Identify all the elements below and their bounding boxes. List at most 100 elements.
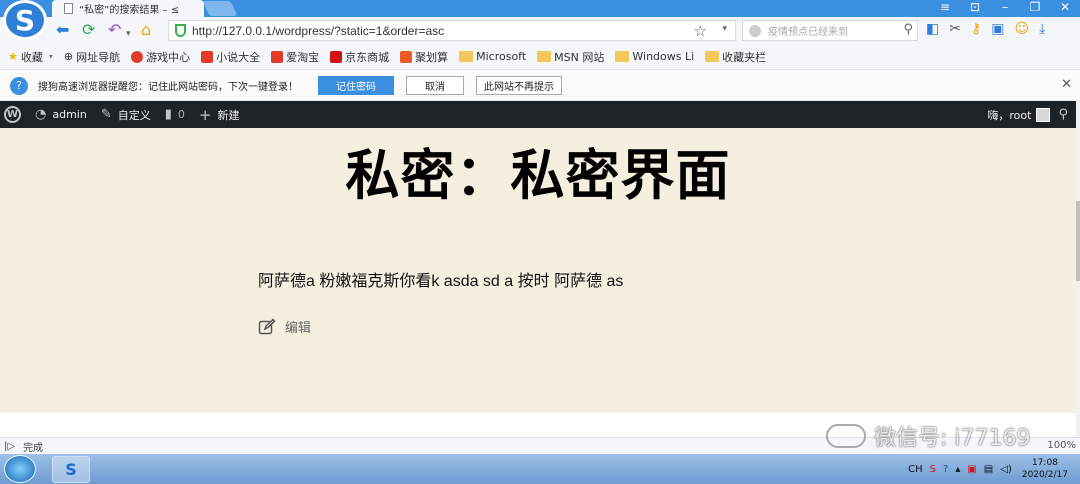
secure-shield-icon	[175, 24, 186, 37]
help-icon[interactable]: ?	[943, 464, 948, 475]
close-icon[interactable]: ✕	[1061, 77, 1072, 92]
bookmark-item[interactable]: ★ 收藏 ▾	[8, 49, 53, 65]
language-indicator[interactable]: CH	[908, 464, 923, 475]
new-tab-button[interactable]	[202, 1, 238, 16]
bookmark-label: 游戏中心	[146, 50, 191, 64]
search-engine-icon[interactable]	[749, 24, 761, 37]
new-label: 新建	[217, 108, 240, 122]
bookmark-label: 小说大全	[216, 50, 261, 64]
post-title: 私密：私密界面	[345, 144, 731, 207]
taskbar-sogou-browser[interactable]: S	[52, 455, 90, 483]
bookmark-item[interactable]: 聚划算	[400, 49, 448, 65]
site-name-menu[interactable]: ◔ admin	[35, 107, 87, 122]
never-prompt-button[interactable]: 此网站不再提示	[476, 76, 562, 95]
window-controls: ≡ ⊡ – ❐ ✕	[930, 0, 1080, 17]
bookmark-item[interactable]: 京东商城	[330, 49, 389, 65]
volume-icon[interactable]: ◁)	[1000, 464, 1012, 475]
post-content: 阿萨德a 粉嫩福克斯你看k asda sd a 按时 阿萨德 as	[258, 273, 624, 290]
sidebar-toggle-icon[interactable]: |▷	[4, 441, 15, 452]
scissors-icon[interactable]: ✂	[949, 21, 961, 37]
refresh-icon[interactable]: ⟳	[82, 20, 95, 40]
folder-icon	[705, 51, 720, 62]
start-button[interactable]	[4, 455, 36, 483]
wp-admin-bar-right: 嗨，root ⚲	[987, 101, 1068, 128]
search-icon[interactable]: ⚲	[1058, 107, 1068, 122]
scrollbar-thumb[interactable]	[1076, 201, 1080, 281]
bookmark-star-icon[interactable]: ☆	[694, 22, 707, 40]
clock[interactable]: 17:08 2020/2/17	[1022, 457, 1068, 481]
site-name: admin	[52, 108, 87, 121]
scrollbar[interactable]	[1076, 101, 1080, 437]
menu-icon[interactable]: ≡	[930, 0, 960, 17]
close-button[interactable]: ✕	[1050, 0, 1080, 17]
address-dropdown-icon[interactable]: ▾	[722, 24, 727, 34]
remember-password-button[interactable]: 记住密码	[318, 76, 394, 95]
password-notice-bar: ? 搜狗高速浏览器提醒您：记住此网站密码，下次一键登录！ 记住密码 取消 此网站…	[0, 71, 1080, 101]
skin-icon[interactable]: ⊡	[960, 0, 990, 17]
back-arrow-icon[interactable]: ⬅	[56, 20, 69, 40]
comments-link[interactable]: ▮ 0	[165, 107, 185, 122]
bookmark-folder[interactable]: Microsoft	[459, 50, 526, 63]
search-box[interactable]: 疫情预点已经来到 ⚲	[742, 20, 918, 41]
book-icon	[201, 50, 214, 63]
title-bar: “私密”的搜索结果 – ≤ ≡ ⊡ – ❐ ✕	[0, 0, 1080, 17]
key-icon[interactable]: ⚷	[971, 21, 981, 37]
url-text: http://127.0.0.1/wordpress/?static=1&ord…	[192, 23, 445, 38]
minimize-button[interactable]: –	[990, 0, 1020, 17]
bookmark-folder[interactable]: MSN 网站	[537, 49, 604, 65]
comment-icon: ▮	[164, 107, 172, 122]
home-icon[interactable]: ⌂	[141, 20, 151, 40]
my-account-menu[interactable]: 嗨，root	[987, 107, 1051, 123]
sidebar-icon[interactable]: ◧	[926, 21, 939, 37]
bookmark-item[interactable]: ⊕ 网址导航	[64, 49, 120, 65]
wp-logo-menu[interactable]: W	[4, 106, 21, 123]
folder-icon	[537, 51, 552, 62]
bookmark-item[interactable]: 游戏中心	[131, 49, 190, 65]
undo-dropdown-icon[interactable]: ▾	[126, 24, 131, 44]
network-icon[interactable]: ▣	[967, 464, 976, 475]
sogou-logo-icon[interactable]: S	[3, 0, 47, 40]
sogou-input-icon[interactable]: S	[930, 464, 936, 475]
wordpress-logo-icon: W	[4, 106, 21, 123]
page-icon	[64, 3, 73, 14]
address-bar[interactable]: http://127.0.0.1/wordpress/?static=1&ord…	[168, 20, 736, 41]
translate-icon[interactable]: ▣	[991, 21, 1004, 37]
bookmark-folder[interactable]: Windows Li	[615, 50, 694, 63]
restore-button[interactable]: ❐	[1020, 0, 1050, 17]
bookmark-label: 收藏夹栏	[722, 50, 767, 64]
status-text: 完成	[23, 442, 44, 454]
customize-link[interactable]: ✎ 自定义	[101, 107, 151, 123]
clock-time: 17:08	[1031, 458, 1058, 468]
bookmark-item[interactable]: 爱淘宝	[271, 49, 319, 65]
smiley-icon[interactable]: ☺	[1014, 21, 1029, 37]
globe-icon: ⊕	[63, 50, 74, 63]
new-content-menu[interactable]: + 新建	[199, 106, 240, 124]
undo-icon[interactable]: ↶	[108, 20, 121, 40]
edit-icon	[258, 317, 276, 334]
page-content: 私密：私密界面 阿萨德a 粉嫩福克斯你看k asda sd a 按时 阿萨德 a…	[0, 128, 1076, 413]
search-icon[interactable]: ⚲	[903, 22, 913, 37]
folder-icon	[459, 51, 474, 62]
bookmark-label: 收藏	[20, 50, 43, 64]
bookmark-item[interactable]: 小说大全	[201, 49, 260, 65]
bookmark-folder[interactable]: 收藏夹栏	[705, 49, 766, 65]
cancel-button[interactable]: 取消	[406, 76, 464, 95]
toolbar-icons: ◧ ✂ ⚷ ▣ ☺ ⤓	[926, 21, 1045, 37]
browser-tab[interactable]: “私密”的搜索结果 – ≤	[52, 0, 204, 17]
windows-taskbar: S CH S ? ▴ ▣ ▤ ◁) 17:08 2020/2/17	[0, 454, 1080, 484]
chevron-down-icon: ▾	[48, 52, 53, 61]
game-icon	[131, 50, 144, 63]
edit-link[interactable]: 编辑	[258, 317, 311, 336]
greeting: 嗨，root	[987, 108, 1032, 122]
zoom-level[interactable]: 100%	[1047, 440, 1076, 451]
edit-label: 编辑	[285, 321, 312, 336]
download-icon[interactable]: ⤓	[1039, 21, 1045, 37]
bookmark-label: 爱淘宝	[286, 50, 320, 64]
clock-date: 2020/2/17	[1021, 470, 1068, 480]
action-center-icon[interactable]: ▤	[984, 464, 993, 475]
wp-admin-bar: W ◔ admin ✎ 自定义 ▮ 0 + 新建 嗨，root ⚲	[0, 101, 1076, 128]
star-icon: ★	[8, 50, 18, 63]
tray-expand-icon[interactable]: ▴	[955, 464, 960, 475]
bookmark-label: 聚划算	[415, 50, 449, 64]
comments-count: 0	[177, 108, 185, 121]
